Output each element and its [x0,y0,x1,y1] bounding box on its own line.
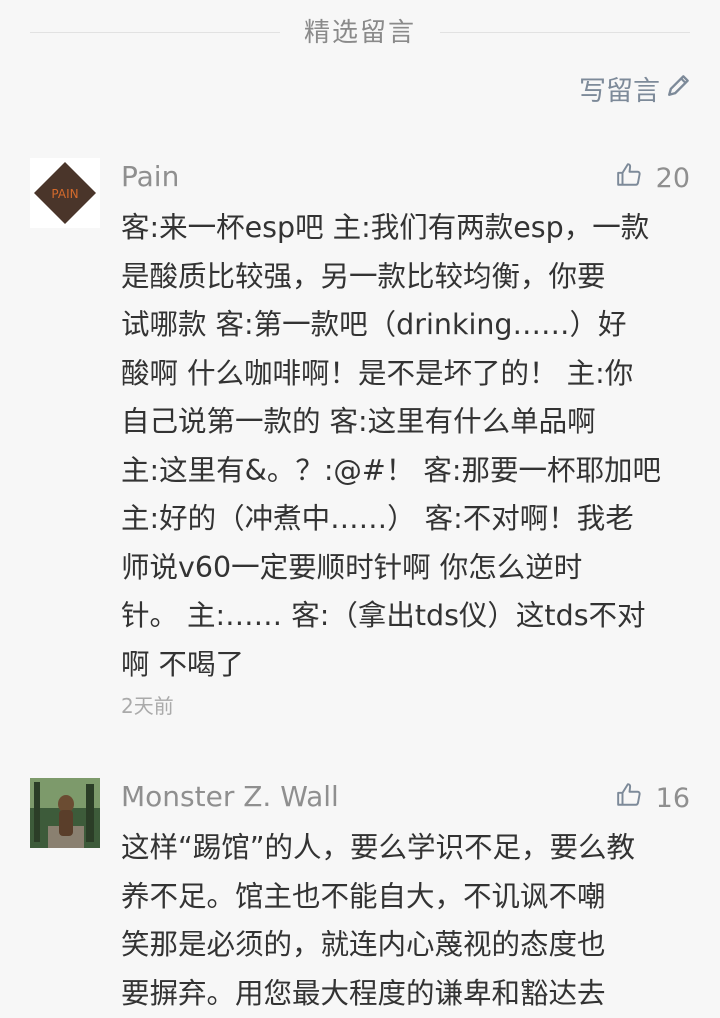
like-count: 20 [655,163,690,194]
avatar[interactable]: PAIN [30,158,100,228]
commenter-name: Monster Z. Wall [121,780,339,813]
write-comment-link[interactable]: 写留言 [579,70,692,107]
avatar[interactable] [30,778,100,848]
section-title: 精选留言 [303,18,416,48]
like-button[interactable]: 16 [616,782,690,815]
divider-left [30,32,280,33]
comment-timestamp: 2天前 [121,694,174,718]
commenter-name: Pain [121,160,180,193]
avatar-logo-text: PAIN [51,187,78,201]
section-header: 精选留言 [0,0,720,60]
comment-text: 客:来一杯esp吧 主:我们有两款esp，一款 是酸质比较强，另一款比较均衡，你… [121,211,661,681]
like-count: 16 [655,783,690,814]
divider-right [440,32,690,33]
thumbs-up-icon [616,782,642,815]
write-comment-label: 写留言 [579,75,660,107]
like-button[interactable]: 20 [616,162,690,195]
thumbs-up-icon [616,162,642,195]
comment-text: 这样“踢馆”的人，要么学识不足，要么教 养不足。馆主也不能自大，不讥讽不嘲 笑那… [121,831,636,1010]
pencil-icon [666,72,692,105]
